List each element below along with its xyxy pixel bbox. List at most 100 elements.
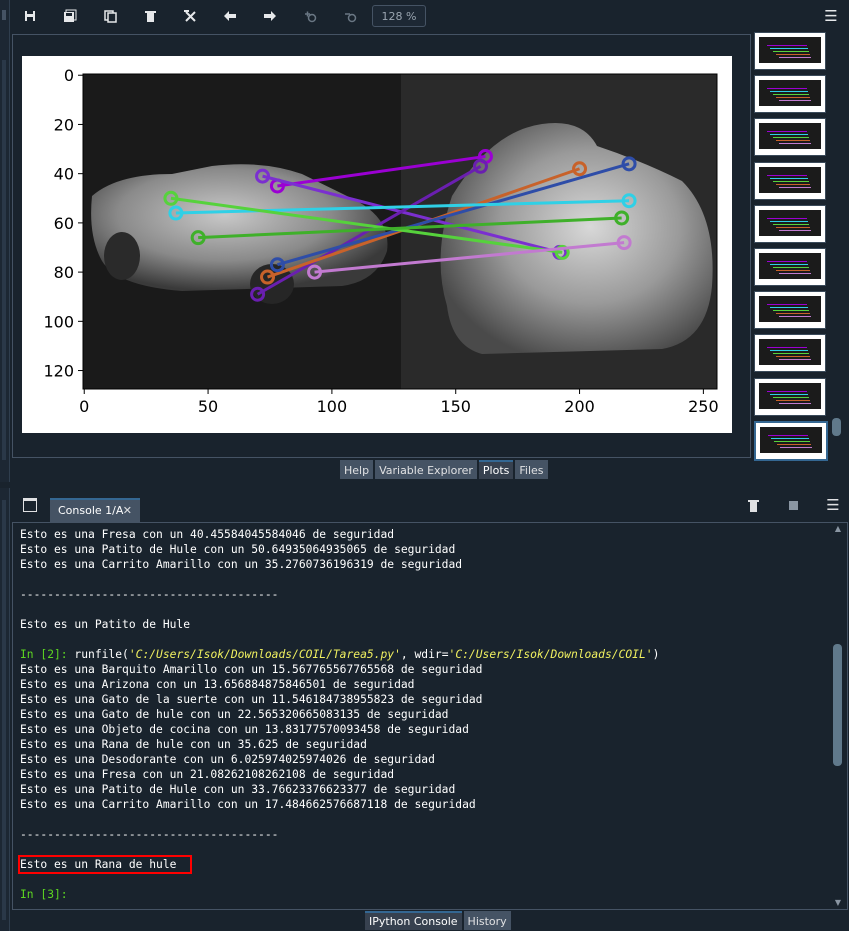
delete-all-icon[interactable] — [179, 6, 201, 26]
plot-thumbnail[interactable] — [754, 161, 826, 200]
console-prompt: In [2]: — [20, 648, 75, 661]
console-output-line: Esto es un Rana de hule — [20, 857, 176, 872]
console-output[interactable]: ▲ ▼ Esto es una Fresa con un 40.45584045… — [12, 522, 848, 910]
thumbnail-line — [767, 45, 807, 46]
thumbnail-line — [770, 393, 808, 395]
arrow-right-icon[interactable] — [259, 6, 281, 26]
thumbnail-line — [780, 446, 812, 448]
y-tick-label: 40 — [54, 165, 74, 184]
x-tick-label: 250 — [688, 397, 719, 416]
thumbnail-line — [774, 440, 810, 442]
thumbnails-scrollbar[interactable] — [830, 34, 844, 456]
scroll-down-icon[interactable]: ▼ — [832, 897, 844, 909]
options-menu-icon[interactable]: ☰ — [825, 496, 841, 514]
y-tick-label: 0 — [64, 66, 74, 85]
save-all-icon[interactable] — [59, 6, 81, 26]
console-output-line: Esto es una Fresa con un 40.455840455840… — [20, 527, 394, 542]
console-output-line: Esto es una Gato de hule con un 22.56532… — [20, 707, 448, 722]
console-output-line: Esto es un Patito de Hule — [20, 617, 190, 632]
thumbnail-image — [759, 166, 821, 193]
console-scrollbar[interactable]: ▲ ▼ — [831, 523, 845, 909]
plots-pane: 128 % ☰ 0 20 40 60 80 100 120 0 50 100 1… — [10, 0, 849, 482]
tab-plots[interactable]: Plots — [478, 460, 514, 479]
thumbnail-image — [759, 123, 821, 150]
console-text: -------------------------------------- — [20, 828, 279, 841]
undock-icon[interactable] — [23, 498, 37, 512]
dock-marker — [2, 10, 6, 20]
thumbnail-line — [767, 88, 807, 90]
save-icon[interactable] — [19, 6, 41, 26]
console-text: Esto es una Fresa con un 40.455840455840… — [20, 528, 395, 541]
thumbnail-line — [770, 220, 808, 222]
console-prompt: In [3]: — [20, 888, 75, 901]
console-output-line: Esto es una Gato de la suerte con un 11.… — [20, 692, 483, 707]
thumbnail-image — [759, 296, 821, 323]
close-icon[interactable]: ✕ — [123, 500, 132, 522]
scrollbar-handle[interactable] — [833, 644, 842, 766]
tab-history[interactable]: History — [463, 911, 511, 930]
plot-thumbnails — [751, 32, 828, 461]
console-text: Esto es una Desodorante con un 6.0259740… — [20, 753, 435, 766]
thumbnail-line — [767, 217, 807, 219]
scrollbar-handle[interactable] — [832, 418, 841, 436]
thumbnail-line — [779, 359, 811, 361]
console-text: Esto es un Rana de hule — [20, 858, 177, 871]
dock-marker — [2, 500, 6, 920]
options-menu-icon[interactable]: ☰ — [821, 6, 841, 26]
x-tick-label: 0 — [79, 397, 89, 416]
thumbnail-line — [767, 261, 807, 262]
plot-thumbnail[interactable] — [754, 118, 826, 157]
plot-thumbnail[interactable] — [754, 334, 826, 373]
tab-help[interactable]: Help — [340, 460, 374, 479]
console-output-line: Esto es una Desodorante con un 6.0259740… — [20, 752, 435, 767]
zoom-in-icon[interactable] — [299, 6, 321, 26]
console-text: , wdir= — [400, 648, 449, 661]
tab-console-1a[interactable]: Console 1/A ✕ — [50, 498, 140, 522]
thumbnail-line — [776, 226, 810, 228]
console-text: Esto es un Patito de Hule — [20, 618, 191, 631]
zoom-level-field[interactable]: 128 % — [372, 5, 426, 27]
plot-thumbnail[interactable] — [754, 291, 826, 330]
y-tick-label: 100 — [43, 312, 74, 331]
y-tick-label: 20 — [54, 115, 74, 134]
thumbnail-line — [767, 174, 807, 176]
thumbnail-line — [776, 183, 810, 185]
y-ticks: 0 20 40 60 80 100 120 — [43, 66, 83, 381]
console-text: Esto es una Arizona con un 13.6568848758… — [20, 678, 415, 691]
thumbnail-line — [770, 48, 808, 49]
thumbnail-image — [759, 253, 821, 279]
thumbnail-line — [779, 57, 811, 58]
thumbnail-line — [776, 399, 810, 401]
thumbnail-line — [776, 54, 810, 55]
arrow-left-icon[interactable] — [219, 6, 241, 26]
copy-icon[interactable] — [99, 6, 121, 26]
thumbnail-line — [770, 307, 808, 309]
thumbnail-line — [773, 353, 809, 355]
thumbnail-line — [776, 313, 810, 315]
plot-thumbnail[interactable] — [754, 75, 826, 114]
console-text: runfile( — [74, 648, 129, 661]
thumbnail-line — [776, 140, 810, 142]
tab-files[interactable]: Files — [515, 460, 548, 479]
thumbnail-line — [779, 402, 811, 404]
delete-icon[interactable] — [139, 6, 161, 26]
trash-icon[interactable] — [745, 497, 761, 513]
tab-ipython-console[interactable]: IPython Console — [365, 911, 462, 930]
car-wheel-shape — [104, 232, 140, 280]
thumbnail-line — [767, 304, 807, 306]
plot-thumbnail[interactable] — [754, 377, 826, 416]
plot-thumbnail[interactable] — [754, 248, 826, 286]
plot-thumbnail[interactable] — [754, 204, 826, 243]
tab-variable-explorer[interactable]: Variable Explorer — [375, 460, 477, 479]
thumbnail-image — [759, 80, 821, 107]
zoom-out-icon[interactable] — [339, 6, 361, 26]
console-output-line: Esto es una Objeto de cocina con un 13.8… — [20, 722, 469, 737]
thumbnail-line — [767, 131, 807, 133]
plot-thumbnail[interactable] — [754, 420, 828, 461]
console-text: Esto es una Rana de hule con un 35.625 d… — [20, 738, 367, 751]
plot-thumbnail[interactable] — [754, 32, 826, 70]
thumbnail-line — [779, 186, 811, 188]
thumbnail-line — [773, 396, 809, 398]
scroll-up-icon[interactable]: ▲ — [832, 523, 844, 535]
stop-icon[interactable] — [785, 497, 801, 513]
